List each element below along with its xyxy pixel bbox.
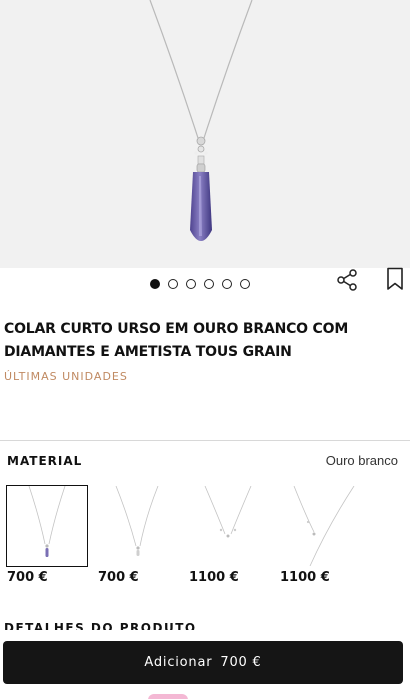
variant-price: 1100 € bbox=[189, 570, 239, 585]
product-details-heading[interactable]: DETALHES DO PRODUTO bbox=[4, 620, 197, 630]
variant-price: 1100 € bbox=[280, 570, 330, 585]
carousel-dots bbox=[150, 279, 250, 289]
stock-badge: ÚLTIMAS UNIDADES bbox=[4, 370, 128, 383]
add-button-label: Adicionar bbox=[144, 655, 213, 670]
share-icon[interactable] bbox=[335, 268, 359, 292]
variant-option[interactable]: 1100 € bbox=[280, 485, 360, 585]
variant-price: 700 € bbox=[98, 570, 139, 585]
carousel-dot[interactable] bbox=[186, 279, 196, 289]
variant-option[interactable]: 700 € bbox=[98, 485, 178, 585]
variant-thumbnail[interactable] bbox=[189, 485, 269, 566]
variant-thumbnail[interactable] bbox=[6, 485, 88, 567]
carousel-dot[interactable] bbox=[168, 279, 178, 289]
material-label: MATERIAL bbox=[7, 454, 83, 468]
add-button-price: 700 € bbox=[220, 655, 262, 670]
variant-option[interactable]: 1100 € bbox=[189, 485, 269, 585]
material-variants: 700 € 700 € 1100 € 1100 € bbox=[6, 485, 407, 596]
variant-price: 700 € bbox=[7, 570, 48, 585]
bookmark-icon[interactable] bbox=[386, 267, 404, 291]
add-to-cart-button[interactable]: Adicionar 700 € bbox=[3, 641, 403, 684]
product-title: COLAR CURTO URSO EM OURO BRANCO COM DIAM… bbox=[4, 321, 349, 360]
carousel-dot[interactable] bbox=[222, 279, 232, 289]
material-value: Ouro branco bbox=[325, 453, 398, 468]
variant-thumbnail[interactable] bbox=[280, 485, 360, 567]
carousel-dot[interactable] bbox=[150, 279, 160, 289]
carousel-dot[interactable] bbox=[240, 279, 250, 289]
product-image[interactable] bbox=[0, 0, 410, 268]
variant-thumbnail[interactable] bbox=[98, 485, 178, 566]
necklace-illustration bbox=[149, 0, 253, 241]
carousel-dot[interactable] bbox=[204, 279, 214, 289]
variant-option[interactable]: 700 € bbox=[6, 485, 88, 585]
section-divider bbox=[0, 440, 410, 441]
bottom-tab-indicator bbox=[148, 694, 188, 699]
